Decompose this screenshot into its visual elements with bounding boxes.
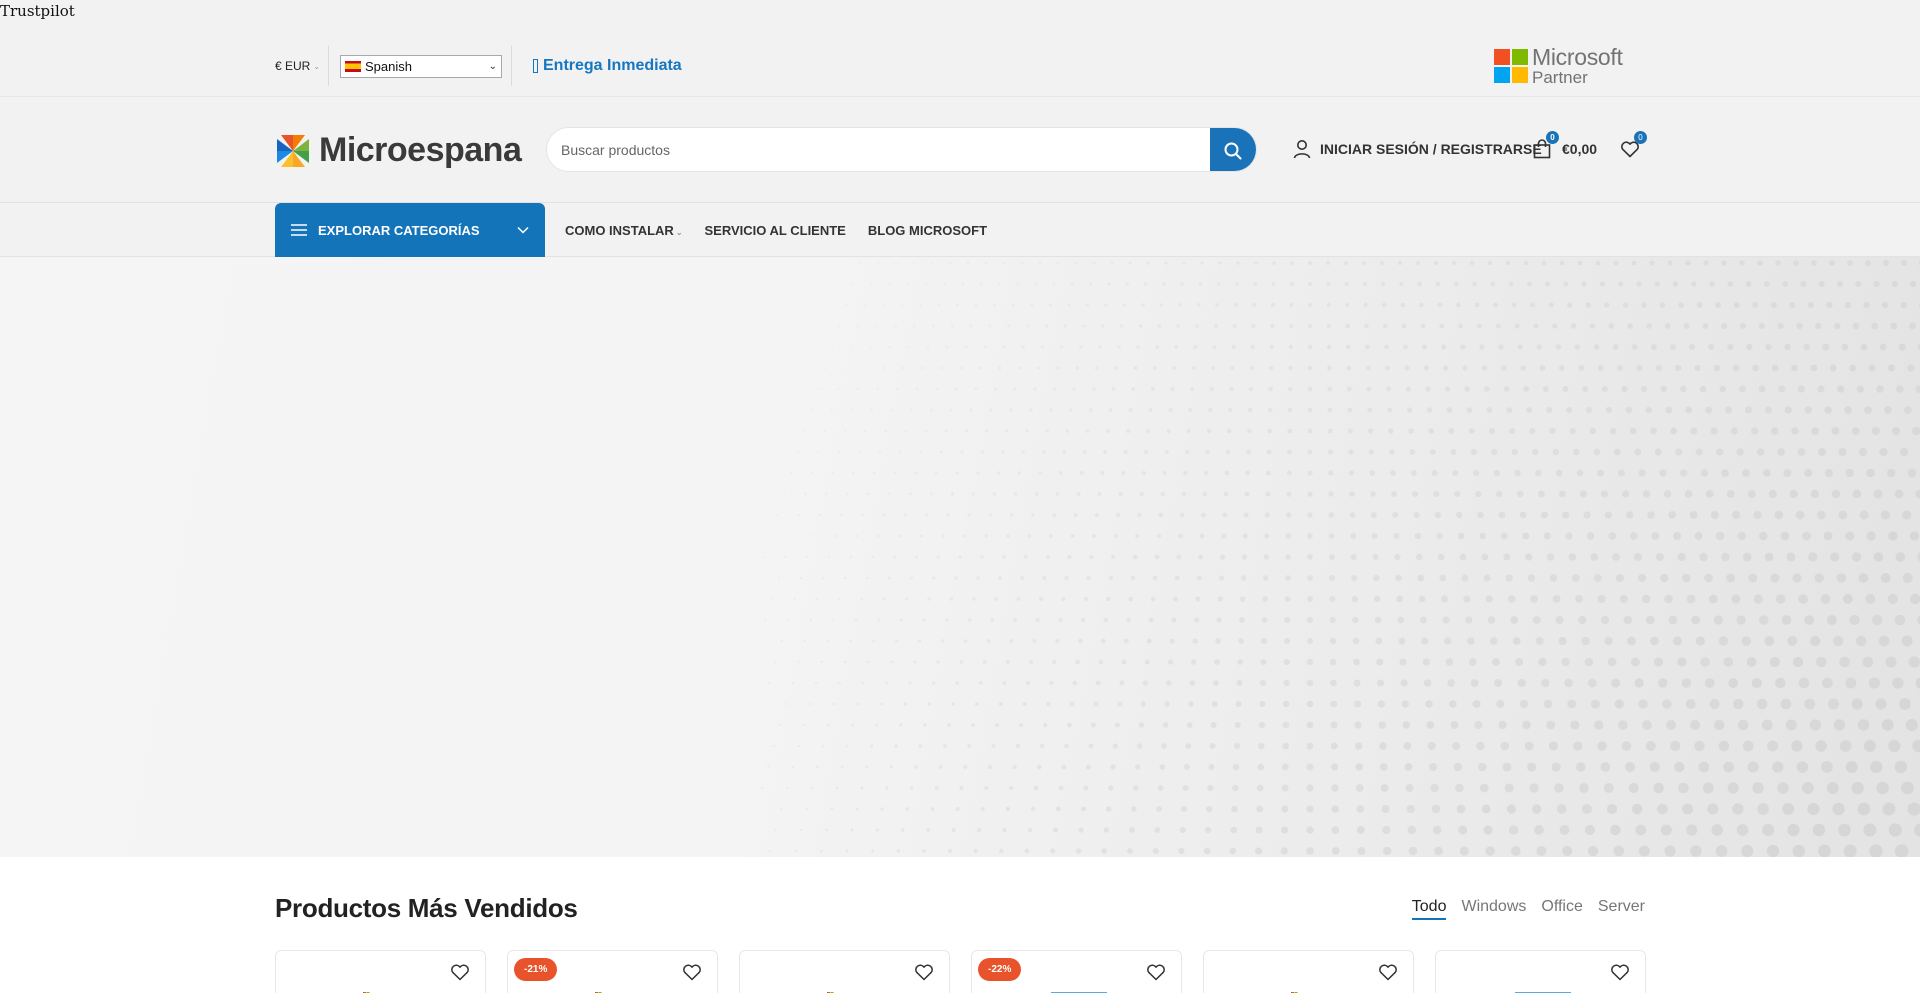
cart-link[interactable]: 0 €0,00 [1532,131,1598,159]
delivery-icon [533,59,538,73]
product-card[interactable] [739,950,950,993]
browse-categories-label: EXPLORAR CATEGORÍAS [318,222,480,238]
site-logo[interactable]: Microespana [275,131,522,170]
product-card[interactable] [1435,950,1646,993]
product-card[interactable]: -21% [507,950,718,993]
main-nav: EXPLORAR CATEGORÍAS COMO INSTALAR ⌄ SERVI… [0,203,1920,257]
microespana-logo-icon [277,134,309,167]
product-image[interactable] [349,984,413,993]
add-to-wishlist-button[interactable] [450,963,470,986]
search-bar [546,127,1257,172]
search-input[interactable] [561,128,1201,171]
add-to-wishlist-button[interactable] [914,963,934,986]
account-label: INICIAR SESIÓN / REGISTRARSE [1320,141,1542,157]
delivery-text: Entrega Inmediata [543,57,682,74]
add-to-wishlist-button[interactable] [1146,963,1166,986]
spain-flag-icon [345,61,361,72]
heart-icon [683,964,701,981]
search-icon [1224,142,1242,159]
trustpilot-widget[interactable]: Trustpilot [0,2,75,20]
search-button[interactable] [1210,128,1256,171]
add-to-wishlist-button[interactable] [682,963,702,986]
tab-server[interactable]: Server [1598,898,1645,920]
account-link[interactable]: INICIAR SESIÓN / REGISTRARSE [1292,139,1542,159]
divider [328,46,329,86]
chevron-down-icon [517,226,529,234]
tab-office[interactable]: Office [1541,898,1583,920]
wishlist-link[interactable]: 0 [1620,131,1647,159]
delivery-banner: Entrega Inmediata [533,57,682,75]
nav-link-servicio-cliente[interactable]: SERVICIO AL CLIENTE [705,223,846,238]
product-grid: -21% -22% [275,950,1646,993]
currency-switcher[interactable]: € EUR ⌄ [275,59,320,73]
partner-line2: Partner [1532,68,1588,87]
bestsellers-header: Productos Más Vendidos Todo Windows Offi… [275,893,1645,924]
chevron-down-icon: ⌄ [675,227,683,237]
divider [511,46,512,86]
wishlist-count-badge: 0 [1634,131,1647,144]
product-card[interactable] [275,950,486,993]
product-image[interactable] [581,984,645,993]
partner-line1: Microsoft [1532,44,1623,70]
chevron-down-icon: ⌄ [313,61,321,71]
heart-icon [1147,964,1165,981]
logo-text: Microespana [319,131,522,169]
browse-categories-button[interactable]: EXPLORAR CATEGORÍAS [275,203,545,257]
language-selected: Spanish [365,59,412,74]
section-title: Productos Más Vendidos [275,893,578,923]
add-to-wishlist-button[interactable] [1610,963,1630,986]
discount-badge: -22% [978,958,1022,981]
language-select[interactable]: Spanish ⌄ [340,55,502,78]
nav-link-label: COMO INSTALAR [565,222,674,238]
cart-count-badge: 0 [1546,131,1559,144]
cart-total: €0,00 [1562,141,1598,157]
microsoft-partner-logo: Microsoft Partner [1494,46,1623,86]
menu-icon [291,224,307,236]
product-image[interactable] [1277,984,1341,993]
currency-label: € EUR [275,59,311,73]
product-filter-tabs: Todo Windows Office Server [1411,898,1645,920]
discount-badge: -21% [514,958,558,981]
product-image[interactable] [1045,984,1109,993]
top-bar: € EUR ⌄ Spanish ⌄ Entrega Inmediata Micr… [0,0,1920,97]
microsoft-logo-icon [1494,49,1528,83]
heart-icon [915,964,933,981]
hero-dot-pattern [761,260,1920,857]
heart-icon [1611,964,1629,981]
nav-link-blog-microsoft[interactable]: BLOG MICROSOFT [868,223,987,238]
product-card[interactable]: -22% [971,950,1182,993]
chevron-down-icon: ⌄ [488,61,497,72]
user-icon [1293,140,1311,159]
product-image[interactable] [1509,984,1573,993]
tab-todo[interactable]: Todo [1411,898,1447,920]
nav-link-como-instalar[interactable]: COMO INSTALAR ⌄ [565,223,683,238]
tab-windows[interactable]: Windows [1461,898,1526,920]
product-image[interactable] [813,984,877,993]
heart-icon [1379,964,1397,981]
main-header: Microespana INICIAR SESIÓN / REGISTRARSE… [0,97,1920,203]
heart-icon [451,964,469,981]
add-to-wishlist-button[interactable] [1378,963,1398,986]
product-card[interactable] [1203,950,1414,993]
hero-banner [0,257,1920,857]
